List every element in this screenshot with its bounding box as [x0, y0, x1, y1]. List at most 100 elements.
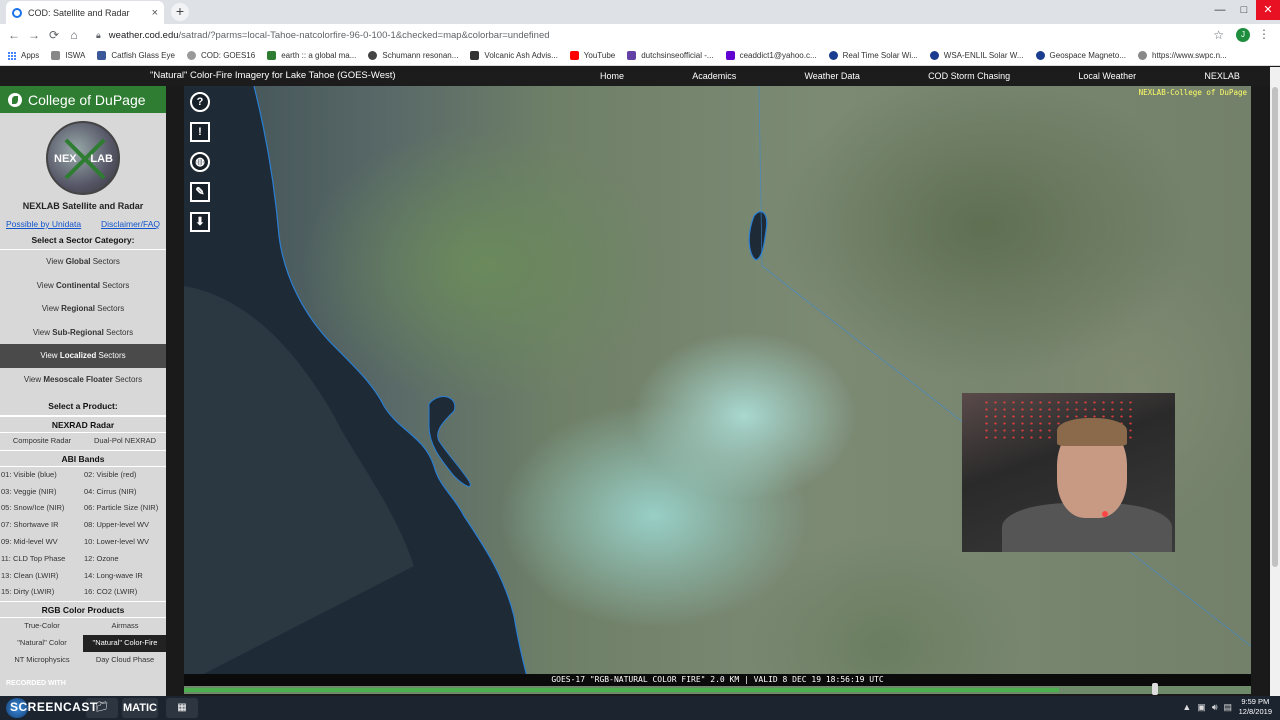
draw-icon[interactable]: ✎: [190, 182, 210, 202]
product-composite-radar[interactable]: Composite Radar: [0, 433, 83, 450]
bookmark-item[interactable]: earth :: a global ma...: [267, 51, 356, 60]
sector-item-localized[interactable]: View Localized Sectors: [0, 344, 166, 368]
close-window-icon[interactable]: ✕: [1256, 0, 1280, 20]
abi-grid: 01: Visible (blue) 02: Visible (red) 03: V…: [0, 467, 166, 601]
abi-band-15[interactable]: 15: Dirty (LWIR): [0, 584, 83, 601]
cod-brand[interactable]: College of DuPage: [0, 86, 166, 113]
browser-toolbar: ← → ⟳ ⌂ 🔒︎ weather.cod.edu /satrad/?parm…: [0, 24, 1280, 46]
page-scrollbar[interactable]: [1270, 67, 1280, 696]
alert-icon[interactable]: !: [190, 122, 210, 142]
abi-band-16[interactable]: 16: CO2 (LWIR): [83, 584, 166, 601]
rgb-product-5[interactable]: NT Microphysics: [0, 652, 83, 669]
download-icon[interactable]: ⬇: [190, 212, 210, 232]
valid-time-bar: GOES-17 "RGB-NATURAL COLOR FIRE" 2.0 KM …: [184, 674, 1251, 686]
abi-band-11[interactable]: 11: CLD Top Phase: [0, 551, 83, 568]
facebook-icon: [97, 51, 107, 60]
minimize-icon[interactable]: —: [1208, 0, 1232, 20]
maximize-icon[interactable]: □: [1232, 0, 1256, 20]
rgb-product-6[interactable]: Day Cloud Phase: [83, 652, 166, 669]
page-title: "Natural" Color-Fire Imagery for Lake Ta…: [150, 70, 396, 81]
abi-band-8[interactable]: 08: Upper-level WV: [83, 517, 166, 534]
unidata-link[interactable]: Possible by Unidata: [6, 219, 81, 229]
taskbar-explorer[interactable]: 📁︎: [86, 698, 118, 718]
sector-item-regional[interactable]: View Regional Sectors: [0, 297, 166, 321]
network-icon[interactable]: ▤: [1223, 702, 1232, 713]
forward-icon[interactable]: →: [24, 28, 44, 42]
home-icon[interactable]: ⌂: [64, 28, 84, 42]
product-heading: Select a Product:: [0, 391, 166, 416]
slider-handle[interactable]: [1152, 683, 1158, 695]
nav-storm-chasing[interactable]: COD Storm Chasing: [928, 71, 1010, 81]
bookmark-item[interactable]: https://www.swpc.n...: [1138, 51, 1227, 60]
abi-band-13[interactable]: 13: Clean (LWIR): [0, 568, 83, 585]
abi-band-3[interactable]: 03: Veggie (NIR): [0, 484, 83, 501]
bookmark-item[interactable]: Schumann resonan...: [368, 51, 458, 60]
abi-band-5[interactable]: 05: Snow/Ice (NIR): [0, 500, 83, 517]
sector-item-continental[interactable]: View Continental Sectors: [0, 274, 166, 298]
address-bar[interactable]: 🔒︎ weather.cod.edu /satrad/?parms=local-…: [96, 25, 1226, 45]
browser-menu-icon[interactable]: ⋮: [1258, 27, 1270, 41]
disclaimer-link[interactable]: Disclaimer/FAQ: [101, 219, 160, 229]
abi-band-6[interactable]: 06: Particle Size (NIR): [83, 500, 166, 517]
tab-title: COD: Satellite and Radar: [28, 7, 130, 18]
globe-icon[interactable]: ◍: [190, 152, 210, 172]
coastline-svg: [184, 86, 1251, 684]
nav-local-weather[interactable]: Local Weather: [1078, 71, 1136, 81]
rgb-product-1[interactable]: True-Color: [0, 618, 83, 635]
bookmark-item[interactable]: Real Time Solar Wi...: [828, 51, 918, 60]
bookmark-item[interactable]: ISWA: [51, 51, 85, 60]
bookmark-item[interactable]: COD: GOES16: [186, 51, 255, 60]
tray-app-icon[interactable]: ▣: [1197, 702, 1206, 713]
animation-slider[interactable]: [184, 683, 1251, 695]
abi-band-1[interactable]: 01: Visible (blue): [0, 467, 83, 484]
bookmark-item[interactable]: Geospace Magneto...: [1035, 51, 1126, 60]
nav-weather-data[interactable]: Weather Data: [804, 71, 859, 81]
abi-band-9[interactable]: 09: Mid-level WV: [0, 534, 83, 551]
abi-band-4[interactable]: 04: Cirrus (NIR): [83, 484, 166, 501]
nav-nexlab[interactable]: NEXLAB: [1204, 71, 1240, 81]
bookmark-item[interactable]: dutchsinseofficial -...: [627, 51, 714, 60]
abi-band-10[interactable]: 10: Lower-level WV: [83, 534, 166, 551]
sector-item-mesoscale-floater[interactable]: View Mesoscale Floater Sectors: [0, 368, 166, 392]
sector-item-sub-regional[interactable]: View Sub-Regional Sectors: [0, 321, 166, 345]
tab-close-icon[interactable]: ×: [152, 7, 158, 19]
abi-band-7[interactable]: 07: Shortwave IR: [0, 517, 83, 534]
cod-logo-icon: [8, 92, 22, 107]
bookmark-apps[interactable]: Apps: [8, 51, 39, 60]
rgb-grid: True-Color Airmass "Natural" Color "Natural…: [0, 618, 166, 668]
nav-academics[interactable]: Academics: [692, 71, 736, 81]
taskbar-app[interactable]: ▦: [166, 698, 198, 718]
browser-tab[interactable]: COD: Satellite and Radar ×: [6, 1, 164, 24]
reload-icon[interactable]: ⟳: [44, 28, 64, 42]
bookmark-item[interactable]: Volcanic Ash Advis...: [470, 51, 558, 60]
taskbar-clock[interactable]: 9:59 PM 12/8/2019: [1239, 697, 1272, 717]
site-nav: Home Academics Weather Data COD Storm Ch…: [600, 71, 1240, 81]
rgb-product-2[interactable]: Airmass: [83, 618, 166, 635]
abi-band-2[interactable]: 02: Visible (red): [83, 467, 166, 484]
youtube-icon: [569, 51, 579, 60]
volume-icon[interactable]: 🔊︎: [1212, 702, 1218, 713]
abi-band-12[interactable]: 12: Ozone: [83, 551, 166, 568]
new-tab-button[interactable]: +: [171, 3, 189, 21]
help-icon[interactable]: ?: [190, 92, 210, 112]
nexlab-logo: NEX LAB: [46, 121, 120, 195]
bookmark-item[interactable]: WSA-ENLIL Solar W...: [929, 51, 1024, 60]
state-border: [758, 86, 1251, 647]
bookmark-item[interactable]: ceaddict1@yahoo.c...: [725, 51, 817, 60]
tray-arrow-icon[interactable]: ▲: [1182, 702, 1191, 713]
sector-item-global[interactable]: View Global Sectors: [0, 250, 166, 274]
site-favicon-icon: [12, 7, 22, 18]
bookmark-item[interactable]: Catfish Glass Eye: [97, 51, 175, 60]
nav-home[interactable]: Home: [600, 71, 624, 81]
product-dual-pol[interactable]: Dual-Pol NEXRAD: [83, 433, 166, 450]
rgb-product-4[interactable]: "Natural" Color-Fire: [83, 634, 166, 652]
profile-avatar[interactable]: J: [1236, 28, 1250, 42]
sidebar-links: Possible by Unidata Disclaimer/FAQ: [0, 219, 166, 229]
back-icon[interactable]: ←: [4, 28, 24, 42]
satellite-map[interactable]: NEXLAB-College of DuPage ? ! ◍ ✎ ⬇: [184, 86, 1251, 684]
abi-band-14[interactable]: 14: Long-wave IR: [83, 568, 166, 585]
screencast-watermark: RECORDED WITH: [6, 680, 66, 687]
bookmark-item[interactable]: YouTube: [569, 51, 615, 60]
rgb-product-3[interactable]: "Natural" Color: [0, 635, 83, 652]
bookmark-star-icon[interactable]: ☆: [1213, 28, 1224, 42]
